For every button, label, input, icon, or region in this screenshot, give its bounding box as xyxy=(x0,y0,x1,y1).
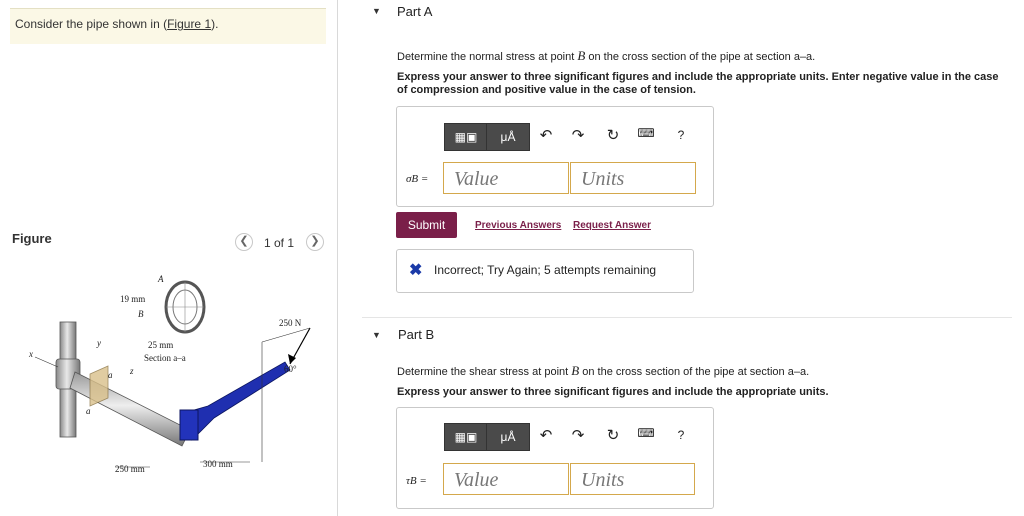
units-symbol-button[interactable]: μÅ xyxy=(486,423,530,451)
figure-pagination: 1 of 1 xyxy=(264,236,295,250)
part-a-title: Part A xyxy=(397,4,433,19)
panel-divider xyxy=(337,0,338,516)
help-button[interactable]: ? xyxy=(672,128,690,142)
chevron-right-icon: ❯ xyxy=(310,235,320,247)
question-text-end: on the cross section of the pipe at sect… xyxy=(585,51,816,63)
units-input[interactable]: Units xyxy=(570,463,695,495)
label-25mm: 25 mm xyxy=(148,340,173,350)
label-250mm: 250 mm xyxy=(115,464,145,474)
feedback-box: ✖ Incorrect; Try Again; 5 attempts remai… xyxy=(396,249,694,293)
sigma-b-label: σB = xyxy=(406,173,429,185)
help-button[interactable]: ? xyxy=(672,428,690,442)
question-text: Determine the normal stress at point xyxy=(397,51,578,63)
redo-icon[interactable]: ↷ xyxy=(569,426,587,444)
submit-button[interactable]: Submit xyxy=(396,212,457,238)
caret-down-icon: ▼ xyxy=(372,6,381,16)
figure-link[interactable]: Figure 1 xyxy=(167,17,211,31)
label-z-axis: z xyxy=(129,366,134,376)
label-section-a-bottom: a xyxy=(86,406,91,416)
label-point-a: A xyxy=(157,274,164,284)
part-b-answer-box: ▦▣ μÅ ↶ ↷ ↻ ⌨ ? τB = Value Units xyxy=(396,407,714,509)
problem-text: Consider the pipe shown in ( xyxy=(15,17,168,31)
close-x-icon: ✖ xyxy=(409,262,423,279)
label-angle: 60° xyxy=(284,364,297,374)
value-input[interactable]: Value xyxy=(443,162,569,194)
next-figure-button[interactable]: ❯ xyxy=(306,233,324,251)
undo-icon[interactable]: ↶ xyxy=(537,426,555,444)
label-section-a-top: a xyxy=(108,370,113,380)
part-b-instructions: Express your answer to three significant… xyxy=(397,386,829,398)
units-input[interactable]: Units xyxy=(570,162,696,194)
label-section: Section a–a xyxy=(144,353,186,363)
templates-button[interactable]: ▦▣ xyxy=(444,123,488,151)
reset-icon[interactable]: ↻ xyxy=(604,426,622,444)
keyboard-icon[interactable]: ⌨ xyxy=(637,426,655,440)
redo-icon[interactable]: ↷ xyxy=(569,126,587,144)
part-b-title: Part B xyxy=(398,327,435,342)
keyboard-icon[interactable]: ⌨ xyxy=(637,126,655,140)
label-19mm: 19 mm xyxy=(120,294,145,304)
label-300mm: 300 mm xyxy=(203,459,233,469)
previous-figure-button[interactable]: ❮ xyxy=(235,233,253,251)
part-b-question: Determine the shear stress at point B on… xyxy=(397,363,997,379)
label-point-b: B xyxy=(138,309,144,319)
point-variable: B xyxy=(571,363,580,378)
figure-heading: Figure xyxy=(12,231,52,246)
question-text-end: on the cross section of the pipe at sect… xyxy=(579,366,810,378)
chevron-left-icon: ❮ xyxy=(239,235,249,247)
part-b-header[interactable]: ▼ Part B xyxy=(362,317,1012,354)
tau-b-label: τB = xyxy=(406,475,427,487)
value-input[interactable]: Value xyxy=(443,463,569,495)
caret-down-icon: ▼ xyxy=(372,330,381,340)
part-a-instructions: Express your answer to three significant… xyxy=(397,71,999,96)
problem-text-end: ). xyxy=(211,17,219,31)
part-a-question: Determine the normal stress at point B o… xyxy=(397,48,997,64)
templates-button[interactable]: ▦▣ xyxy=(444,423,488,451)
wrench-head xyxy=(179,409,199,441)
part-a-header[interactable]: ▼ Part A xyxy=(362,0,1012,19)
previous-answers-link[interactable]: Previous Answers xyxy=(475,220,561,231)
feedback-message: Incorrect; Try Again; 5 attempts remaini… xyxy=(434,263,657,277)
label-force: 250 N xyxy=(279,318,302,328)
units-symbol-button[interactable]: μÅ xyxy=(486,123,530,151)
label-x-axis: x xyxy=(28,349,33,359)
request-answer-link[interactable]: Request Answer xyxy=(573,220,651,231)
reset-icon[interactable]: ↻ xyxy=(604,126,622,144)
pipe-figure: A 19 mm B 25 mm Section a–a 250 N 60° x … xyxy=(28,274,311,474)
undo-icon[interactable]: ↶ xyxy=(537,126,555,144)
problem-statement: Consider the pipe shown in (Figure 1). xyxy=(15,17,218,31)
label-y-axis: y xyxy=(96,338,101,348)
question-text: Determine the shear stress at point xyxy=(397,366,572,378)
part-a-answer-box: ▦▣ μÅ ↶ ↷ ↻ ⌨ ? σB = Value Units xyxy=(396,106,714,207)
